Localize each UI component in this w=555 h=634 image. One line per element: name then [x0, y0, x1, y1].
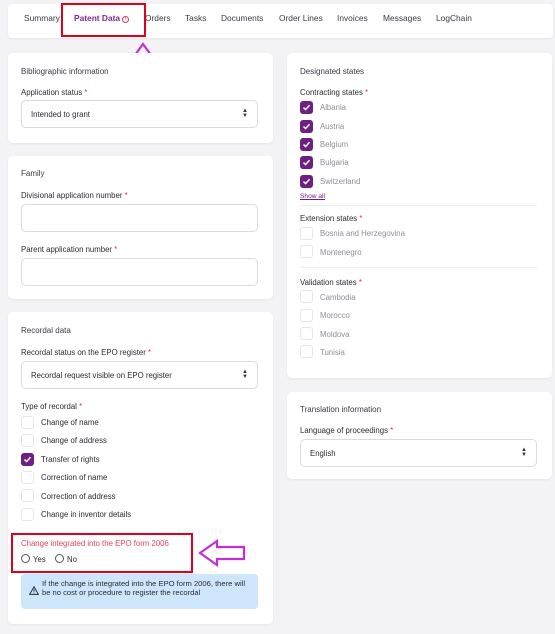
designated-title: Designated states: [300, 67, 365, 76]
checkbox-change-of-name[interactable]: [21, 416, 34, 429]
tab-order-lines[interactable]: Order Lines: [279, 13, 323, 23]
family-card: Family Divisional application number * P…: [8, 156, 273, 299]
tab-patent-data-label: Patent Data: [74, 13, 121, 23]
checkbox-moldova[interactable]: [300, 327, 313, 340]
application-status-select[interactable]: Intended to grant ▲ ▼: [21, 100, 258, 128]
validation-label: Validation states *: [300, 278, 362, 287]
tab-logchain[interactable]: LogChain: [436, 13, 472, 23]
divider: [300, 205, 537, 206]
checkbox-montenegro[interactable]: [300, 245, 313, 258]
checkbox-austria[interactable]: [300, 120, 313, 133]
checkbox-transfer-of-rights[interactable]: [21, 453, 34, 466]
checkbox-correction-of-address[interactable]: [21, 489, 34, 502]
designated-states-card: Designated states Contracting states * A…: [287, 53, 552, 378]
radio-no[interactable]: [55, 554, 64, 563]
checkbox-label: Change of address: [41, 436, 107, 445]
checkbox-correction-of-name[interactable]: [21, 471, 34, 484]
checkbox-tunisia[interactable]: [300, 345, 313, 358]
checkbox-label: Change of name: [41, 418, 99, 427]
checkbox-label: Bosnia and Herzegovina: [320, 229, 405, 238]
radio-yes-label: Yes: [33, 555, 46, 564]
check-icon: [302, 104, 311, 111]
language-label: Language of proceedings *: [300, 426, 394, 435]
divisional-input[interactable]: [21, 204, 258, 232]
tab-invoices[interactable]: Invoices: [337, 13, 368, 23]
language-value: English: [310, 449, 336, 458]
radio-no-label: No: [67, 555, 77, 564]
warning-icon: [29, 586, 39, 595]
check-icon: [302, 123, 311, 130]
contracting-label: Contracting states *: [300, 88, 369, 97]
recordal-card: Recordal data Recordal status on the EPO…: [8, 312, 273, 624]
tab-messages[interactable]: Messages: [383, 13, 421, 23]
application-status-value: Intended to grant: [31, 110, 90, 119]
checkbox-belgium[interactable]: [300, 138, 313, 151]
checkbox-morocco[interactable]: [300, 309, 313, 322]
checkbox-label: Montenegro: [320, 248, 362, 257]
select-chevron-icon: ▲ ▼: [521, 447, 527, 458]
recordal-status-value: Recordal request visible on EPO register: [31, 371, 172, 380]
tab-tasks[interactable]: Tasks: [185, 13, 206, 23]
checkbox-label: Bulgaria: [320, 158, 349, 167]
checkbox-label: Morocco: [320, 311, 350, 320]
tab-summary[interactable]: Summary: [24, 13, 60, 23]
checkbox-label: Transfer of rights: [41, 455, 100, 464]
select-chevron-icon: ▲ ▼: [242, 369, 248, 380]
tab-documents[interactable]: Documents: [221, 13, 263, 23]
checkbox-label: Switzerland: [320, 177, 361, 186]
checkbox-label: Moldova: [320, 330, 350, 339]
checkbox-label: Correction of address: [41, 492, 116, 501]
info-banner: If the change is integrated into the EPO…: [21, 574, 258, 609]
checkbox-label: Change in inventor details: [41, 510, 132, 519]
show-all-link[interactable]: Show all: [300, 193, 325, 200]
checkbox-switzerland[interactable]: [300, 175, 313, 188]
check-icon: [302, 159, 311, 166]
checkbox-cambodia[interactable]: [300, 290, 313, 303]
divisional-label: Divisional application number *: [21, 191, 128, 200]
radio-yes[interactable]: [21, 554, 30, 563]
info-circle-icon: !: [122, 16, 130, 23]
type-of-recordal-label: Type of recordal *: [21, 402, 83, 411]
divider: [300, 267, 537, 268]
application-status-label: Application status *: [21, 88, 88, 97]
checkbox-bosnia[interactable]: [300, 227, 313, 240]
translation-card: Translation information Language of proc…: [287, 392, 552, 479]
bibliographic-title: Bibliographic information: [21, 67, 109, 76]
family-title: Family: [21, 169, 45, 178]
checkbox-label: Belgium: [320, 140, 349, 149]
checkbox-albania[interactable]: [300, 101, 313, 114]
checkbox-bulgaria[interactable]: [300, 156, 313, 169]
tab-patent-data[interactable]: Patent Data!: [74, 13, 130, 23]
checkbox-label: Albania: [320, 103, 347, 112]
recordal-status-select[interactable]: Recordal request visible on EPO register…: [21, 361, 258, 389]
checkbox-label: Correction of name: [41, 473, 108, 482]
tab-bar: Summary Patent Data! Orders Tasks Docume…: [8, 4, 553, 38]
check-icon: [302, 141, 311, 148]
translation-title: Translation information: [300, 405, 382, 414]
check-icon: [302, 178, 311, 185]
checkbox-label: Tunisia: [320, 348, 345, 357]
integrated-label: Change integrated into the EPO form 2006: [21, 539, 169, 548]
recordal-status-label: Recordal status on the EPO register *: [21, 348, 152, 357]
language-select[interactable]: English ▲ ▼: [300, 439, 537, 467]
parent-label: Parent application number *: [21, 245, 118, 254]
recordal-title: Recordal data: [21, 326, 71, 335]
checkbox-change-in-inventor[interactable]: [21, 508, 34, 521]
select-chevron-icon: ▲ ▼: [242, 108, 248, 119]
extension-label: Extension states *: [300, 214, 363, 223]
bibliographic-card: Bibliographic information Application st…: [8, 53, 273, 143]
tab-orders[interactable]: Orders: [145, 13, 171, 23]
checkbox-change-of-address[interactable]: [21, 434, 34, 447]
checkbox-label: Austria: [320, 122, 345, 131]
left-arrow-icon: [198, 539, 246, 567]
checkbox-label: Cambodia: [320, 293, 356, 302]
check-icon: [23, 456, 32, 463]
info-text: If the change is integrated into the EPO…: [42, 579, 246, 597]
parent-input[interactable]: [21, 258, 258, 286]
